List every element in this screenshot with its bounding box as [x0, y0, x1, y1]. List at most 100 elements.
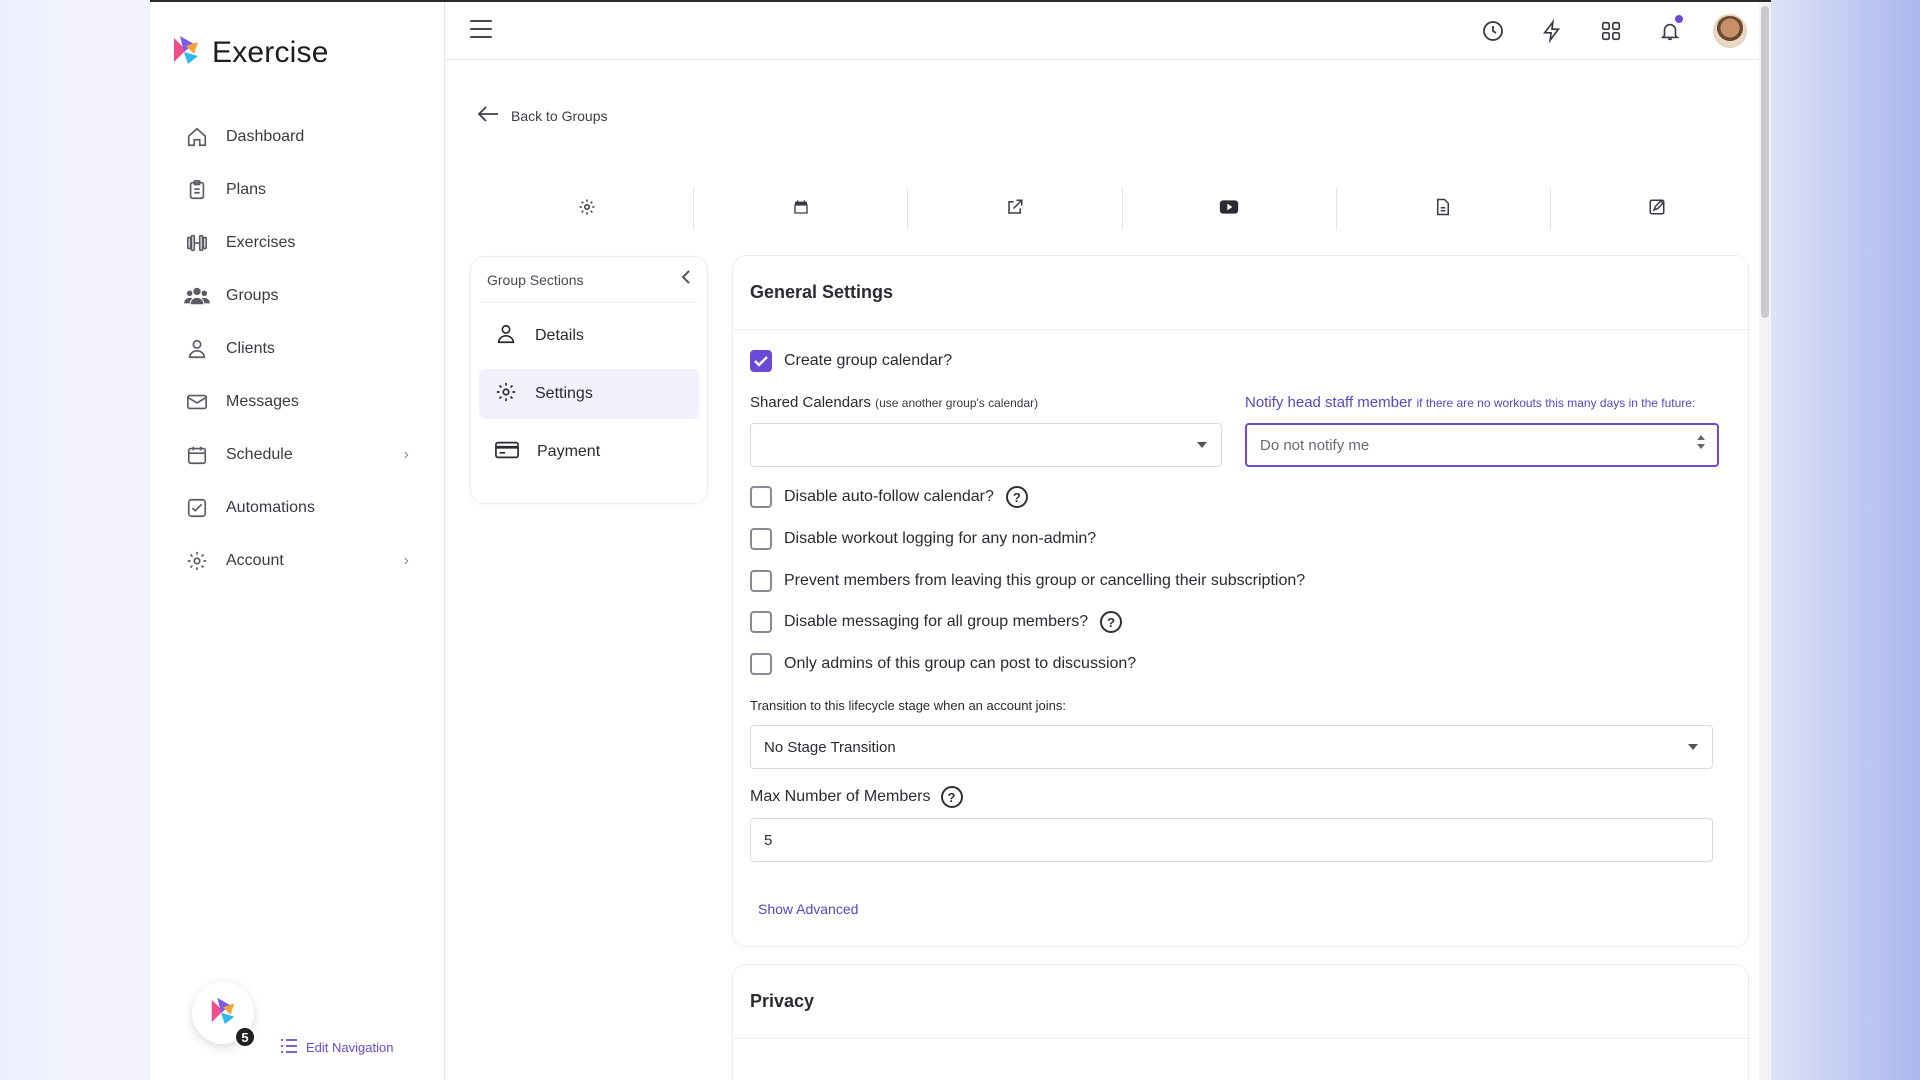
sidebar-item-clients[interactable]: Clients	[150, 322, 445, 375]
number-spinner[interactable]	[1697, 435, 1705, 449]
chevron-right-icon: ›	[403, 445, 409, 463]
dumbbell-icon	[184, 230, 210, 256]
app-window: Exercise Dashboard Plans Exercises Group…	[150, 0, 1771, 1080]
help-icon[interactable]: ?	[1005, 486, 1028, 508]
max-members-label-row: Max Number of Members ?	[750, 786, 963, 808]
edit-navigation-link[interactable]: Edit Navigation	[280, 1038, 393, 1057]
nav-footer: 5 Edit Navigation	[192, 982, 393, 1055]
user-icon	[184, 336, 210, 362]
lightning-icon[interactable]	[1536, 15, 1568, 47]
edit-square-icon	[1648, 198, 1666, 221]
notify-days-field[interactable]	[1260, 436, 1672, 454]
tab-external-link[interactable]	[908, 188, 1123, 230]
option-row: Only admins of this group can post to di…	[750, 653, 1136, 675]
gear-icon	[495, 381, 517, 408]
sidebar-item-label: Dashboard	[226, 127, 305, 145]
option-label: Disable messaging for all group members?	[784, 613, 1089, 630]
option-label: Disable auto-follow calendar?	[784, 488, 994, 505]
tab-edit[interactable]	[1551, 188, 1764, 230]
create-calendar-label: Create group calendar?	[784, 352, 953, 369]
apps-grid-icon[interactable]	[1595, 15, 1627, 47]
chevron-right-icon: ›	[403, 551, 409, 569]
tab-documents[interactable]	[1337, 188, 1551, 230]
lifecycle-stage-select[interactable]: No Stage Transition	[750, 725, 1713, 769]
help-icon[interactable]: ?	[940, 786, 963, 808]
show-advanced-link[interactable]: Show Advanced	[758, 901, 858, 917]
notify-label-text: Notify head staff member	[1245, 394, 1413, 411]
notify-hint: if there are no workouts this many days …	[1416, 396, 1696, 410]
notify-days-input[interactable]	[1245, 423, 1719, 467]
sidebar-item-automations[interactable]: Automations	[150, 481, 445, 534]
disable-messaging-checkbox[interactable]	[750, 611, 772, 633]
option-label: Disable workout logging for any non-admi…	[784, 530, 1097, 547]
sidebar-item-label: Clients	[226, 339, 275, 357]
shared-calendars-label-text: Shared Calendars	[750, 394, 871, 411]
back-to-groups-link[interactable]: Back to Groups	[477, 105, 608, 126]
count-badge: 5	[234, 1026, 256, 1048]
help-icon[interactable]: ?	[1100, 611, 1123, 633]
mail-icon	[184, 389, 210, 415]
option-row: Disable messaging for all group members?…	[750, 611, 1123, 633]
avatar[interactable]	[1713, 14, 1747, 48]
history-icon[interactable]	[1477, 15, 1509, 47]
bell-icon[interactable]	[1654, 15, 1686, 47]
scrollbar[interactable]	[1759, 2, 1771, 1080]
topbar	[445, 2, 1771, 60]
edit-navigation-label: Edit Navigation	[306, 1040, 394, 1055]
credit-card-icon	[495, 440, 519, 465]
app-launcher-button[interactable]: 5	[192, 982, 256, 1048]
sidebar: Exercise Dashboard Plans Exercises Group…	[150, 2, 445, 1080]
chevron-left-icon[interactable]	[681, 270, 691, 289]
disable-workout-logging-checkbox[interactable]	[750, 528, 772, 550]
tab-calendar[interactable]	[694, 188, 909, 230]
home-icon	[184, 124, 210, 150]
sidebar-item-account[interactable]: Account ›	[150, 534, 445, 587]
sidebar-item-dashboard[interactable]: Dashboard	[150, 110, 445, 163]
privacy-card: Privacy	[732, 964, 1749, 1080]
create-calendar-checkbox[interactable]	[750, 350, 772, 372]
shared-calendars-select[interactable]	[750, 423, 1222, 467]
scrollbar-thumb[interactable]	[1761, 6, 1769, 318]
section-item-settings[interactable]: Settings	[479, 369, 699, 419]
calendar-icon	[793, 198, 809, 221]
disable-auto-follow-checkbox[interactable]	[750, 486, 772, 508]
option-row: Prevent members from leaving this group …	[750, 570, 1305, 592]
sidebar-item-plans[interactable]: Plans	[150, 163, 445, 216]
section-item-label: Details	[535, 327, 584, 344]
shared-calendars-hint: (use another group's calendar)	[875, 396, 1039, 410]
general-settings-card: General Settings Create group calendar? …	[732, 255, 1749, 947]
sidebar-item-messages[interactable]: Messages	[150, 375, 445, 428]
calendar-icon	[184, 442, 210, 468]
privacy-title: Privacy	[733, 965, 1748, 1039]
section-item-details[interactable]: Details	[479, 311, 699, 361]
prevent-leaving-checkbox[interactable]	[750, 570, 772, 592]
logo-icon	[170, 34, 202, 71]
menu-icon[interactable]	[470, 20, 492, 44]
tab-video[interactable]	[1123, 188, 1337, 230]
sidebar-item-exercises[interactable]: Exercises	[150, 216, 445, 269]
document-icon	[1435, 198, 1451, 221]
sidebar-item-label: Exercises	[226, 233, 296, 251]
list-icon	[280, 1038, 298, 1057]
app-name: Exercise	[212, 35, 329, 69]
clipboard-icon	[184, 177, 210, 203]
section-item-label: Payment	[537, 443, 601, 460]
section-item-payment[interactable]: Payment	[479, 427, 699, 477]
tab-settings[interactable]	[480, 188, 695, 230]
sidebar-item-groups[interactable]: Groups	[150, 269, 445, 322]
logo-icon	[208, 996, 238, 1031]
option-row: Disable auto-follow calendar? ?	[750, 486, 1028, 508]
lifecycle-stage-value: No Stage Transition	[764, 738, 896, 756]
checkbox-icon	[184, 495, 210, 521]
admins-only-post-checkbox[interactable]	[750, 653, 772, 675]
sidebar-item-label: Automations	[226, 498, 315, 516]
max-members-input[interactable]: 5	[750, 818, 1713, 862]
brand[interactable]: Exercise	[170, 34, 329, 71]
max-members-value: 5	[764, 831, 773, 849]
topbar-icons	[1477, 14, 1747, 48]
sidebar-item-schedule[interactable]: Schedule ›	[150, 428, 445, 481]
sidebar-item-label: Groups	[226, 286, 279, 304]
sidebar-nav: Dashboard Plans Exercises Groups Clients…	[150, 110, 445, 587]
gear-icon	[578, 198, 596, 221]
arrow-left-icon	[477, 105, 499, 126]
